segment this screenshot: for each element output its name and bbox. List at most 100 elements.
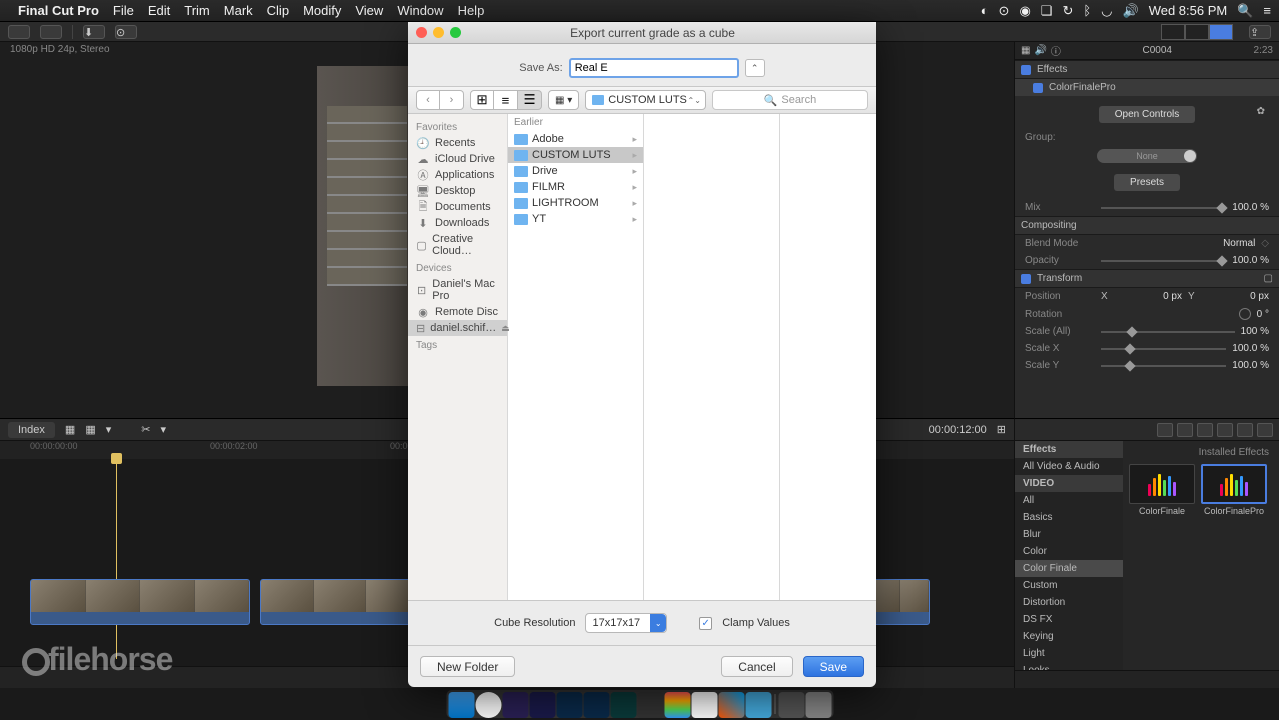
- dock-app-icon[interactable]: [718, 692, 744, 718]
- rotation-value[interactable]: 0 °: [1257, 309, 1269, 320]
- notification-icon[interactable]: ≡: [1263, 3, 1271, 18]
- tl-tool-icon[interactable]: ✂: [141, 423, 150, 436]
- cancel-button[interactable]: Cancel: [721, 656, 792, 677]
- dock-downloads-icon[interactable]: [778, 692, 804, 718]
- scale-all-value[interactable]: 100 %: [1241, 326, 1269, 337]
- folder-item-filmr[interactable]: FILMR▸: [508, 179, 643, 195]
- dock-app-icon[interactable]: [691, 692, 717, 718]
- index-button[interactable]: Index: [8, 422, 55, 438]
- fx-tab-icon[interactable]: [1237, 423, 1253, 437]
- effect-thumbnail[interactable]: ColorFinalePro: [1201, 464, 1267, 516]
- fx-category[interactable]: Keying: [1015, 628, 1123, 645]
- fx-category[interactable]: Looks: [1015, 662, 1123, 670]
- folder-item-custom-luts[interactable]: CUSTOM LUTS▸: [508, 147, 643, 163]
- info-inspector-icon[interactable]: ⓘ: [1051, 43, 1061, 58]
- pos-x-value[interactable]: 0 px: [1142, 291, 1182, 302]
- sidebar-item-remote-disc[interactable]: ◉Remote Disc: [408, 304, 507, 320]
- dock-premiere-icon[interactable]: [502, 692, 528, 718]
- mix-slider[interactable]: [1101, 207, 1226, 209]
- scale-y-value[interactable]: 100.0 %: [1232, 360, 1269, 371]
- fx-tab-icon[interactable]: [1197, 423, 1213, 437]
- filename-input[interactable]: [569, 58, 739, 78]
- column-1[interactable]: Earlier Adobe▸ CUSTOM LUTS▸ Drive▸ FILMR…: [508, 114, 644, 600]
- dock-trash-icon[interactable]: [805, 692, 831, 718]
- timeline-clip[interactable]: [870, 579, 930, 625]
- effects-section[interactable]: Effects: [1015, 60, 1279, 79]
- column-2[interactable]: [644, 114, 780, 600]
- close-window-icon[interactable]: [416, 27, 427, 38]
- transform-section[interactable]: Transform▢: [1015, 269, 1279, 288]
- collapse-toggle-button[interactable]: ⌃: [745, 59, 765, 77]
- sidebar-item-downloads[interactable]: ⬇Downloads: [408, 215, 507, 231]
- tl-tool-icon[interactable]: ▦: [85, 423, 95, 436]
- search-field[interactable]: 🔍Search: [712, 90, 868, 110]
- dock[interactable]: [446, 690, 833, 718]
- fx-category[interactable]: Light: [1015, 645, 1123, 662]
- menu-view[interactable]: View: [355, 3, 383, 18]
- status-icon[interactable]: ↻: [1062, 3, 1073, 19]
- status-icon[interactable]: ◐: [981, 3, 989, 18]
- icon-view-button[interactable]: ⊞: [470, 90, 494, 110]
- tl-tool-icon[interactable]: ▾: [160, 423, 166, 436]
- menu-modify[interactable]: Modify: [303, 3, 341, 18]
- import-icon[interactable]: ⬇: [83, 25, 105, 39]
- checkbox-icon[interactable]: [1033, 83, 1043, 93]
- presets-button[interactable]: Presets: [1114, 174, 1180, 191]
- checkbox-icon[interactable]: [1021, 65, 1031, 75]
- status-icon[interactable]: ❏: [1041, 3, 1053, 19]
- gear-icon[interactable]: ✿: [1257, 106, 1265, 117]
- group-selector[interactable]: None: [1097, 149, 1197, 163]
- cube-resolution-select[interactable]: 17x17x17⌄: [585, 613, 667, 633]
- opacity-slider[interactable]: [1101, 260, 1226, 262]
- dock-photoshop-icon[interactable]: [556, 692, 582, 718]
- sidebar-item-recents[interactable]: 🕘Recents: [408, 135, 507, 151]
- folder-item-lightroom[interactable]: LIGHTROOM▸: [508, 195, 643, 211]
- browser-toggle-icon[interactable]: [40, 25, 62, 39]
- scale-slider[interactable]: [1101, 331, 1235, 333]
- bluetooth-icon[interactable]: ᛒ: [1083, 3, 1091, 18]
- effect-item[interactable]: ColorFinalePro: [1015, 79, 1279, 96]
- tl-tool-icon[interactable]: ▾: [106, 423, 112, 436]
- forward-button[interactable]: ›: [440, 90, 464, 110]
- tl-tool-icon[interactable]: ▦: [65, 423, 75, 436]
- dock-audition-icon[interactable]: [610, 692, 636, 718]
- compositing-section[interactable]: Compositing: [1015, 216, 1279, 235]
- scale-slider[interactable]: [1101, 365, 1226, 367]
- menu-clip[interactable]: Clip: [267, 3, 289, 18]
- fx-tab-icon[interactable]: [1217, 423, 1233, 437]
- fx-category[interactable]: Custom: [1015, 577, 1123, 594]
- fx-tab-icon[interactable]: [1157, 423, 1173, 437]
- menu-mark[interactable]: Mark: [224, 3, 253, 18]
- sidebar-item-applications[interactable]: ⒶApplications: [408, 167, 507, 183]
- menu-edit[interactable]: Edit: [148, 3, 170, 18]
- column-view-button[interactable]: ☰: [518, 90, 542, 110]
- dock-lightroom-icon[interactable]: [583, 692, 609, 718]
- status-icon[interactable]: ⊙: [999, 3, 1010, 19]
- transform-reset-icon[interactable]: ▢: [1264, 273, 1273, 284]
- effect-thumbnail[interactable]: ColorFinale: [1129, 464, 1195, 516]
- fx-category[interactable]: Color Finale: [1015, 560, 1123, 577]
- spotlight-icon[interactable]: 🔍: [1237, 3, 1253, 19]
- menu-help[interactable]: Help: [458, 3, 485, 18]
- sidebar-item-documents[interactable]: 🗎Documents: [408, 199, 507, 215]
- audio-inspector-icon[interactable]: 🔊: [1034, 45, 1046, 56]
- folder-item-drive[interactable]: Drive▸: [508, 163, 643, 179]
- sidebar-item-icloud[interactable]: ☁iCloud Drive: [408, 151, 507, 167]
- rotation-dial-icon[interactable]: [1239, 308, 1251, 320]
- fx-category[interactable]: DS FX: [1015, 611, 1123, 628]
- new-folder-button[interactable]: New Folder: [420, 656, 515, 677]
- menu-trim[interactable]: Trim: [184, 3, 210, 18]
- checkbox-icon[interactable]: [1021, 274, 1031, 284]
- fx-category[interactable]: Basics: [1015, 509, 1123, 526]
- timeline-clip[interactable]: C0005: [260, 579, 420, 625]
- dock-aftereffects-icon[interactable]: [529, 692, 555, 718]
- inspector-tab[interactable]: [1209, 24, 1233, 40]
- tl-tool-icon[interactable]: ⊞: [997, 423, 1006, 436]
- open-controls-button[interactable]: Open Controls: [1099, 106, 1195, 123]
- effects-category-list[interactable]: Effects All Video & Audio VIDEO All Basi…: [1015, 441, 1123, 670]
- minimize-window-icon[interactable]: [433, 27, 444, 38]
- status-icon[interactable]: ◉: [1019, 3, 1030, 19]
- dock-chrome-icon[interactable]: [475, 692, 501, 718]
- save-button[interactable]: Save: [803, 656, 864, 677]
- wifi-icon[interactable]: ◡: [1101, 3, 1112, 19]
